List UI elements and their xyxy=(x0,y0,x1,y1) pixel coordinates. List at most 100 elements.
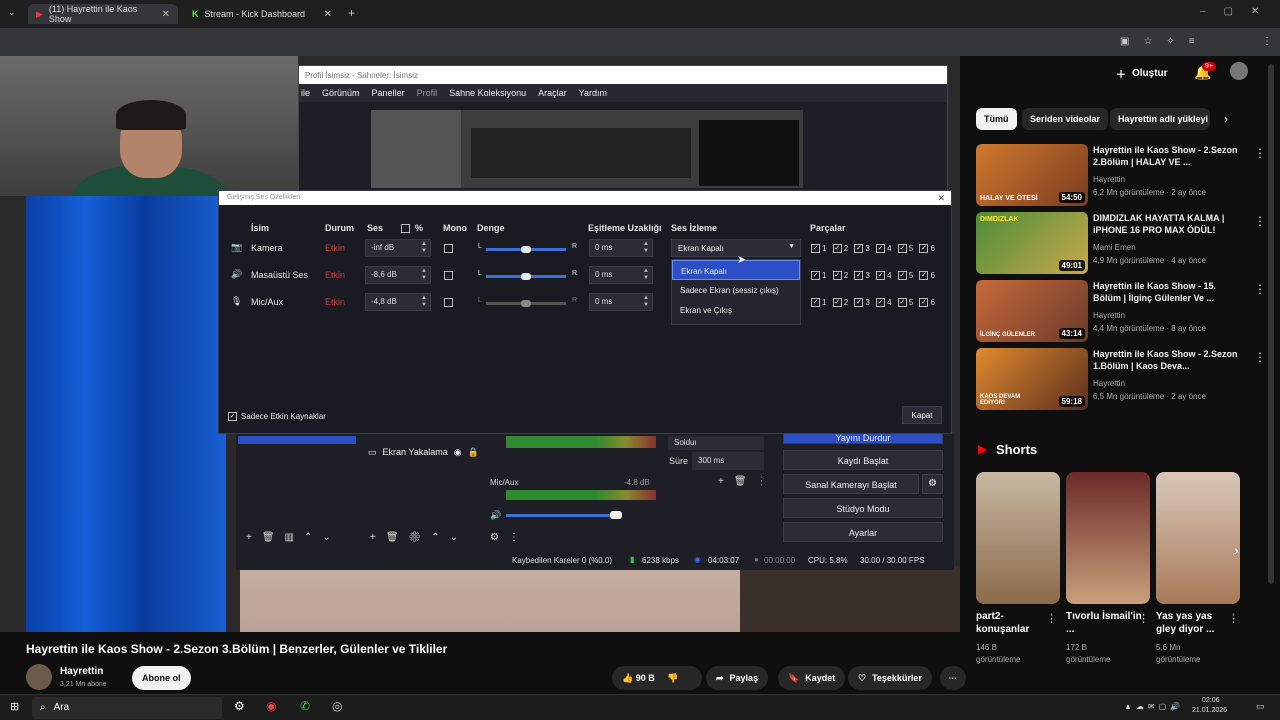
short-thumbnail[interactable] xyxy=(1066,472,1150,604)
track-checkbox[interactable]: ✓ xyxy=(897,298,907,307)
start-recording-button[interactable]: Kaydı Başlat xyxy=(783,450,943,470)
chevron-right-icon[interactable]: › xyxy=(1234,542,1239,558)
track-checkbox[interactable]: ✓ xyxy=(854,298,864,307)
video-item[interactable]: KAOS DEVAM EDİYOR! 59:18 Hayrettin ile K… xyxy=(976,348,1272,410)
extension-icons[interactable]: ▣☆✧≡ xyxy=(1120,36,1209,47)
video-thumbnail[interactable]: DIMDIZLAK 49:01 xyxy=(976,212,1088,274)
source-row[interactable]: ▭ Ekran Yakalama ◉ 🔒 xyxy=(368,447,479,458)
menu-tools[interactable]: Araçlar xyxy=(538,88,567,98)
track-checkbox[interactable]: ✓ xyxy=(897,271,907,280)
track-checkbox[interactable]: ✓ xyxy=(854,244,864,253)
more-icon[interactable]: ⋮ xyxy=(1254,146,1266,160)
spin-arrows-icon[interactable]: ▲ ▼ xyxy=(643,268,649,282)
spin-arrows-icon[interactable]: ▲ ▼ xyxy=(643,241,649,255)
close-icon[interactable]: ✕ xyxy=(324,9,332,20)
more-icon[interactable]: ⋮ xyxy=(1254,350,1266,364)
spin-arrows-icon[interactable]: ▲ ▼ xyxy=(643,295,649,309)
tracks-row-2[interactable]: ✓ 1 ✓ 2 ✓ 3 ✓ 4 ✓ 5 ✓ 6 xyxy=(811,271,935,280)
track-checkbox[interactable]: ✓ xyxy=(811,244,820,253)
studio-mode-button[interactable]: Stüdyo Modu xyxy=(783,498,943,518)
virtual-camera-button[interactable]: Sanal Kamerayı Başlat xyxy=(783,474,919,494)
whatsapp-icon[interactable]: ✆ xyxy=(300,699,310,713)
track-checkbox[interactable]: ✓ xyxy=(876,271,886,280)
video-item[interactable]: DIMDIZLAK 49:01 DIMDIZLAK HAYATTA KALMA … xyxy=(976,212,1272,274)
mono-checkbox[interactable] xyxy=(444,244,453,253)
short-title[interactable]: Yas yas yas gley diyor ... xyxy=(1156,610,1234,636)
more-icon[interactable]: ⋮ xyxy=(1254,214,1266,228)
settings-button[interactable]: Ayarlar xyxy=(783,522,943,542)
close-icon[interactable]: ✕ xyxy=(937,193,945,204)
chip-uploader[interactable]: Hayrettin adlı yükleyi xyxy=(1110,108,1210,130)
duration-spin[interactable]: 300 ms xyxy=(692,452,764,470)
create-button[interactable]: ＋ Oluştur xyxy=(1116,66,1168,81)
monitor-option-only[interactable]: Sadece Ekran (sessiz çıkış) xyxy=(672,280,800,300)
balance-knob[interactable] xyxy=(521,246,531,253)
obs-preview[interactable] xyxy=(371,110,803,188)
menu-help[interactable]: Yardım xyxy=(579,88,607,98)
avatar[interactable] xyxy=(1230,62,1248,80)
track-checkbox[interactable]: ✓ xyxy=(832,244,842,253)
menu-icon[interactable]: ⋮ xyxy=(1262,36,1272,47)
track-checkbox[interactable]: ✓ xyxy=(854,271,864,280)
video-title[interactable]: Hayrettin ile Kaos Show - 2.Sezon 2.Bölü… xyxy=(1093,144,1243,168)
menu-file[interactable]: ile xyxy=(301,88,310,98)
video-title[interactable]: DIMDIZLAK HAYATTA KALMA | iPHONE 16 PRO … xyxy=(1093,212,1243,236)
spin-arrows-icon[interactable]: ▲ ▼ xyxy=(421,268,427,282)
subscribe-button[interactable]: Abone ol xyxy=(132,666,191,690)
short-title[interactable]: Tıvorlu İsmail'in ... xyxy=(1066,610,1144,636)
tracks-row-1[interactable]: ✓ 1 ✓ 2 ✓ 3 ✓ 4 ✓ 5 ✓ 6 xyxy=(811,244,935,253)
volume-spin[interactable]: -4,8 dB ▲ ▼ xyxy=(365,293,431,311)
channel-title[interactable]: Hayrettin xyxy=(60,666,103,677)
monitor-option-output[interactable]: Ekran ve Çıkış xyxy=(672,300,800,320)
tab-kick[interactable]: K Stream - Kick Dashboard ✕ xyxy=(184,4,340,24)
sync-spin[interactable]: 0 ms ▲ ▼ xyxy=(589,293,653,311)
balance-knob[interactable] xyxy=(521,273,531,280)
video-title[interactable]: Hayrettin ile Kaos Show - 15. Bölüm | İl… xyxy=(1093,280,1243,304)
transition-select[interactable]: Solduı xyxy=(668,436,764,450)
track-checkbox[interactable]: ✓ xyxy=(919,244,929,253)
chevron-down-icon[interactable]: ▼ xyxy=(788,243,795,250)
mixer-toolbar[interactable]: ⚙⋮ xyxy=(490,532,529,543)
video-title[interactable]: Hayrettin ile Kaos Show - 2.Sezon 1.Bölü… xyxy=(1093,348,1243,372)
speaker-icon[interactable]: 🔊 xyxy=(490,510,501,521)
transition-toolbar[interactable]: +🗑⋮ xyxy=(718,476,777,487)
dislike-icon[interactable]: 👎 xyxy=(667,673,678,683)
window-controls[interactable]: –▢✕ xyxy=(1200,6,1277,17)
percent-checkbox[interactable] xyxy=(401,224,410,233)
eye-icon[interactable]: ◉ xyxy=(454,447,462,458)
short-thumbnail[interactable] xyxy=(976,472,1060,604)
gear-icon[interactable]: ⚙ xyxy=(922,474,943,494)
video-thumbnail[interactable]: HALAY VE ÖTESİ 54:50 xyxy=(976,144,1088,206)
monitor-select[interactable]: Ekran Kapalı ▼ xyxy=(671,239,801,257)
new-tab-button[interactable]: + xyxy=(348,6,355,20)
notification-icon[interactable]: ▭ xyxy=(1256,701,1265,712)
volume-knob[interactable] xyxy=(610,511,622,519)
track-checkbox[interactable]: ✓ xyxy=(876,298,886,307)
chip-all[interactable]: Tümü xyxy=(976,108,1017,130)
video-item[interactable]: İLGİNÇ GÜLENLER 43:14 Hayrettin ile Kaos… xyxy=(976,280,1272,342)
balance-knob[interactable] xyxy=(521,300,531,307)
track-checkbox[interactable]: ✓ xyxy=(919,298,929,307)
tracks-row-3[interactable]: ✓ 1 ✓ 2 ✓ 3 ✓ 4 ✓ 5 ✓ 6 xyxy=(811,298,935,307)
thanks-button[interactable]: ♡ Teşekkürler xyxy=(848,666,932,690)
track-checkbox[interactable]: ✓ xyxy=(811,298,820,307)
track-checkbox[interactable]: ✓ xyxy=(876,244,886,253)
tab-search-icon[interactable]: ⌄ xyxy=(8,7,16,18)
spin-arrows-icon[interactable]: ▲ ▼ xyxy=(421,241,427,255)
menu-docks[interactable]: Paneller xyxy=(372,88,405,98)
short-thumbnail[interactable] xyxy=(1156,472,1240,604)
spin-arrows-icon[interactable]: ▲ ▼ xyxy=(421,295,427,309)
menu-view[interactable]: Görünüm xyxy=(322,88,360,98)
mono-checkbox[interactable] xyxy=(444,271,453,280)
more-icon[interactable]: ⋮ xyxy=(1228,612,1239,625)
source-toolbar[interactable]: +🗑⚙⌃⌄ xyxy=(370,532,468,543)
sync-spin[interactable]: 0 ms ▲ ▼ xyxy=(589,266,653,284)
close-icon[interactable]: ✕ xyxy=(162,9,170,20)
more-icon[interactable]: ⋮ xyxy=(1254,282,1266,296)
volume-spin[interactable]: -inf dB ▲ ▼ xyxy=(365,239,431,257)
only-active-checkbox[interactable]: ✓ xyxy=(228,412,237,421)
more-icon[interactable]: ⋮ xyxy=(1046,612,1057,625)
track-checkbox[interactable]: ✓ xyxy=(897,244,907,253)
save-button[interactable]: 🔖 Kaydet xyxy=(778,666,846,690)
track-checkbox[interactable]: ✓ xyxy=(919,271,929,280)
